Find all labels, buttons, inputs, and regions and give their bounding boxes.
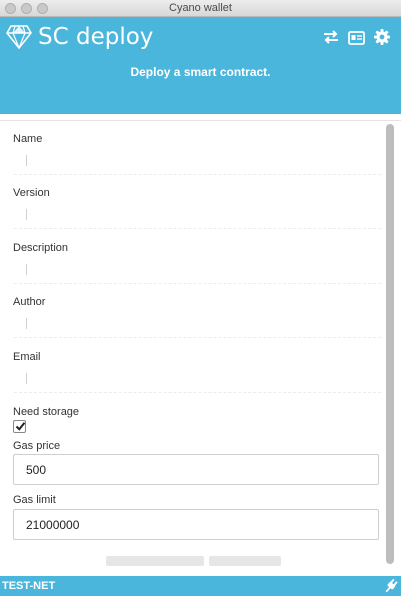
- deploy-button[interactable]: [209, 556, 281, 566]
- gas-limit-label: Gas limit: [13, 494, 56, 506]
- name-label: Name: [13, 133, 43, 145]
- window-titlebar: Cyano wallet: [0, 0, 401, 17]
- cancel-button[interactable]: [106, 556, 204, 566]
- window-title: Cyano wallet: [169, 2, 232, 14]
- swap-arrows-icon[interactable]: [322, 29, 340, 45]
- status-bar: TEST-NET: [0, 576, 401, 596]
- gas-price-label: Gas price: [13, 440, 61, 452]
- description-label: Description: [13, 242, 69, 254]
- page-title: SC deploy: [38, 24, 154, 50]
- need-storage-label: Need storage: [13, 406, 80, 418]
- plug-icon[interactable]: [384, 578, 398, 594]
- author-input[interactable]: [14, 314, 381, 338]
- diamond-logo-icon: [6, 25, 32, 49]
- checkmark-icon: [15, 422, 26, 431]
- app-header: SC deploy Deploy a smart contract.: [0, 17, 401, 114]
- description-input[interactable]: [14, 260, 381, 284]
- version-input[interactable]: [14, 205, 381, 229]
- email-label: Email: [13, 351, 41, 363]
- form-scrollbar[interactable]: [386, 124, 394, 564]
- version-label: Version: [13, 187, 50, 199]
- gas-price-input[interactable]: 500: [13, 454, 379, 485]
- id-card-icon[interactable]: [348, 30, 365, 46]
- deploy-form: Name Version Description Author Email Ne…: [0, 120, 401, 576]
- gas-limit-input[interactable]: 21000000: [13, 509, 379, 540]
- author-label: Author: [13, 296, 46, 308]
- name-input[interactable]: [14, 151, 381, 175]
- gear-icon[interactable]: [374, 29, 390, 45]
- network-label: TEST-NET: [2, 580, 56, 592]
- need-storage-checkbox[interactable]: [13, 420, 26, 433]
- email-input[interactable]: [14, 369, 381, 393]
- page-subtitle: Deploy a smart contract.: [130, 65, 271, 79]
